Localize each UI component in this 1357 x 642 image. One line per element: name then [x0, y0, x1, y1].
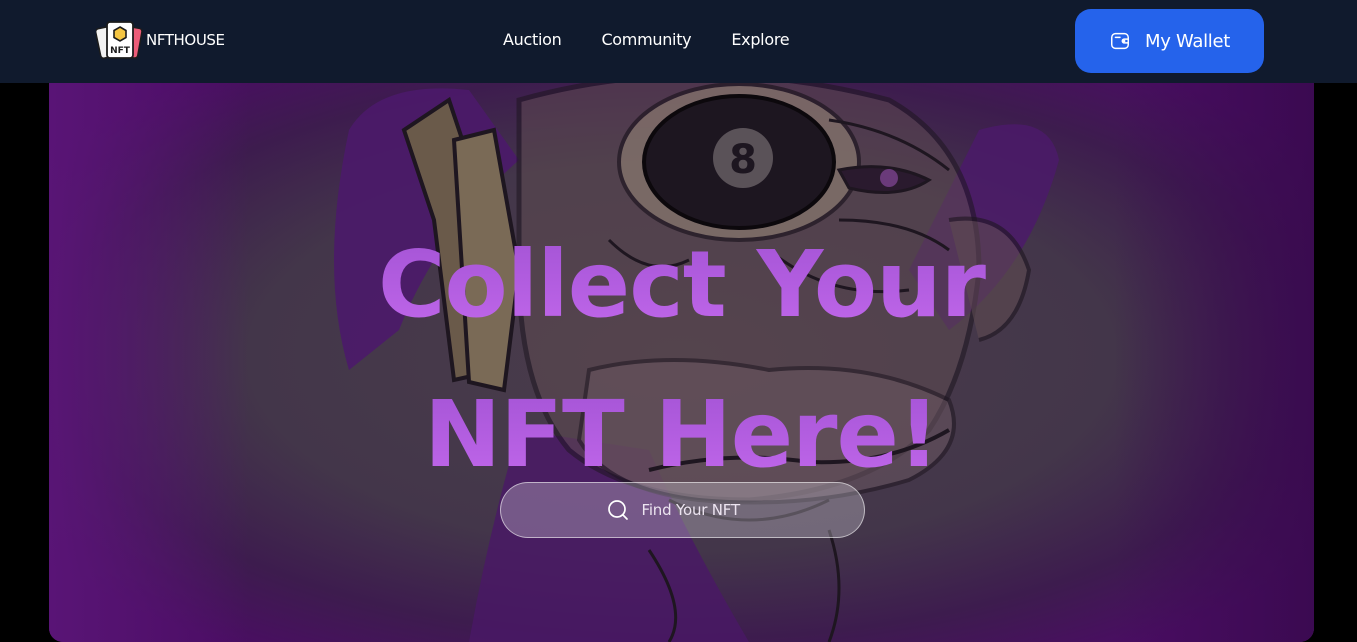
top-navbar: NFT NFTHOUSE Auction Community Explore M… — [0, 0, 1357, 83]
brand-logo-link[interactable]: NFT NFTHOUSE — [96, 19, 225, 61]
wallet-icon — [1111, 32, 1129, 50]
svg-text:8: 8 — [729, 137, 757, 183]
search-icon — [607, 500, 628, 520]
nft-search-input[interactable] — [641, 501, 760, 519]
hero-title: Collect Your NFT Here! — [49, 210, 1314, 510]
brand-name: NFTHOUSE — [146, 31, 225, 49]
hero-title-line-1: Collect Your — [49, 210, 1314, 360]
nav-link-community[interactable]: Community — [601, 29, 691, 51]
main-nav: Auction Community Explore — [503, 29, 790, 51]
nft-search-bar[interactable] — [500, 482, 865, 538]
logo-text: NFT — [110, 46, 131, 56]
nft-logo-icon: NFT — [96, 21, 143, 59]
nav-link-auction[interactable]: Auction — [503, 29, 562, 51]
hero-banner: 8 Collect Your NFT Here! — [49, 70, 1314, 642]
nav-link-explore[interactable]: Explore — [731, 29, 789, 51]
my-wallet-button[interactable]: My Wallet — [1075, 9, 1264, 73]
wallet-button-label: My Wallet — [1144, 30, 1230, 52]
